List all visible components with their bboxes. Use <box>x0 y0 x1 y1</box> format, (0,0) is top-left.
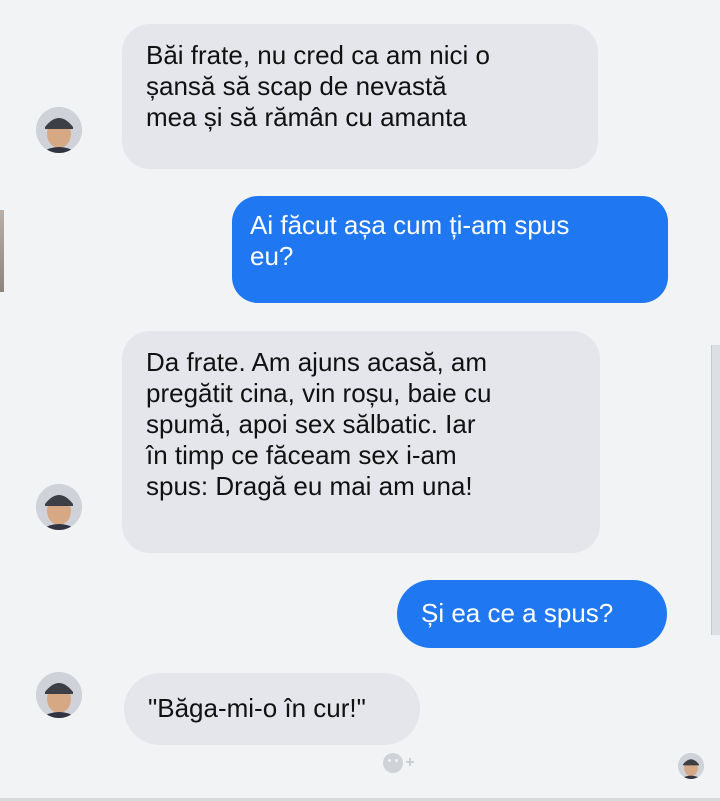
seen-avatar <box>678 753 704 779</box>
cropped-edge <box>0 210 4 292</box>
person-avatar-icon <box>678 753 704 779</box>
message-bubble-incoming[interactable]: "Băga-mi-o în cur!" <box>124 673 420 745</box>
person-avatar-icon <box>36 107 82 153</box>
avatar[interactable] <box>36 484 82 530</box>
message-bubble-outgoing[interactable]: Ai făcut așa cum ți-am spus eu? <box>232 196 668 303</box>
avatar[interactable] <box>36 107 82 153</box>
message-bubble-incoming[interactable]: Da frate. Am ajuns acasă, am pregătit ci… <box>122 331 600 553</box>
person-avatar-icon <box>36 672 82 718</box>
avatar[interactable] <box>36 672 82 718</box>
add-reaction-button[interactable]: + <box>374 746 424 780</box>
scrollbar-track[interactable] <box>711 345 720 635</box>
smiley-icon <box>383 753 404 773</box>
message-bubble-incoming[interactable]: Băi frate, nu cred ca am nici o șansă să… <box>122 24 598 169</box>
message-bubble-outgoing[interactable]: Și ea ce a spus? <box>397 580 667 648</box>
plus-icon: + <box>405 754 415 771</box>
person-avatar-icon <box>36 484 82 530</box>
chat-thread: Băi frate, nu cred ca am nici o șansă să… <box>0 0 720 801</box>
